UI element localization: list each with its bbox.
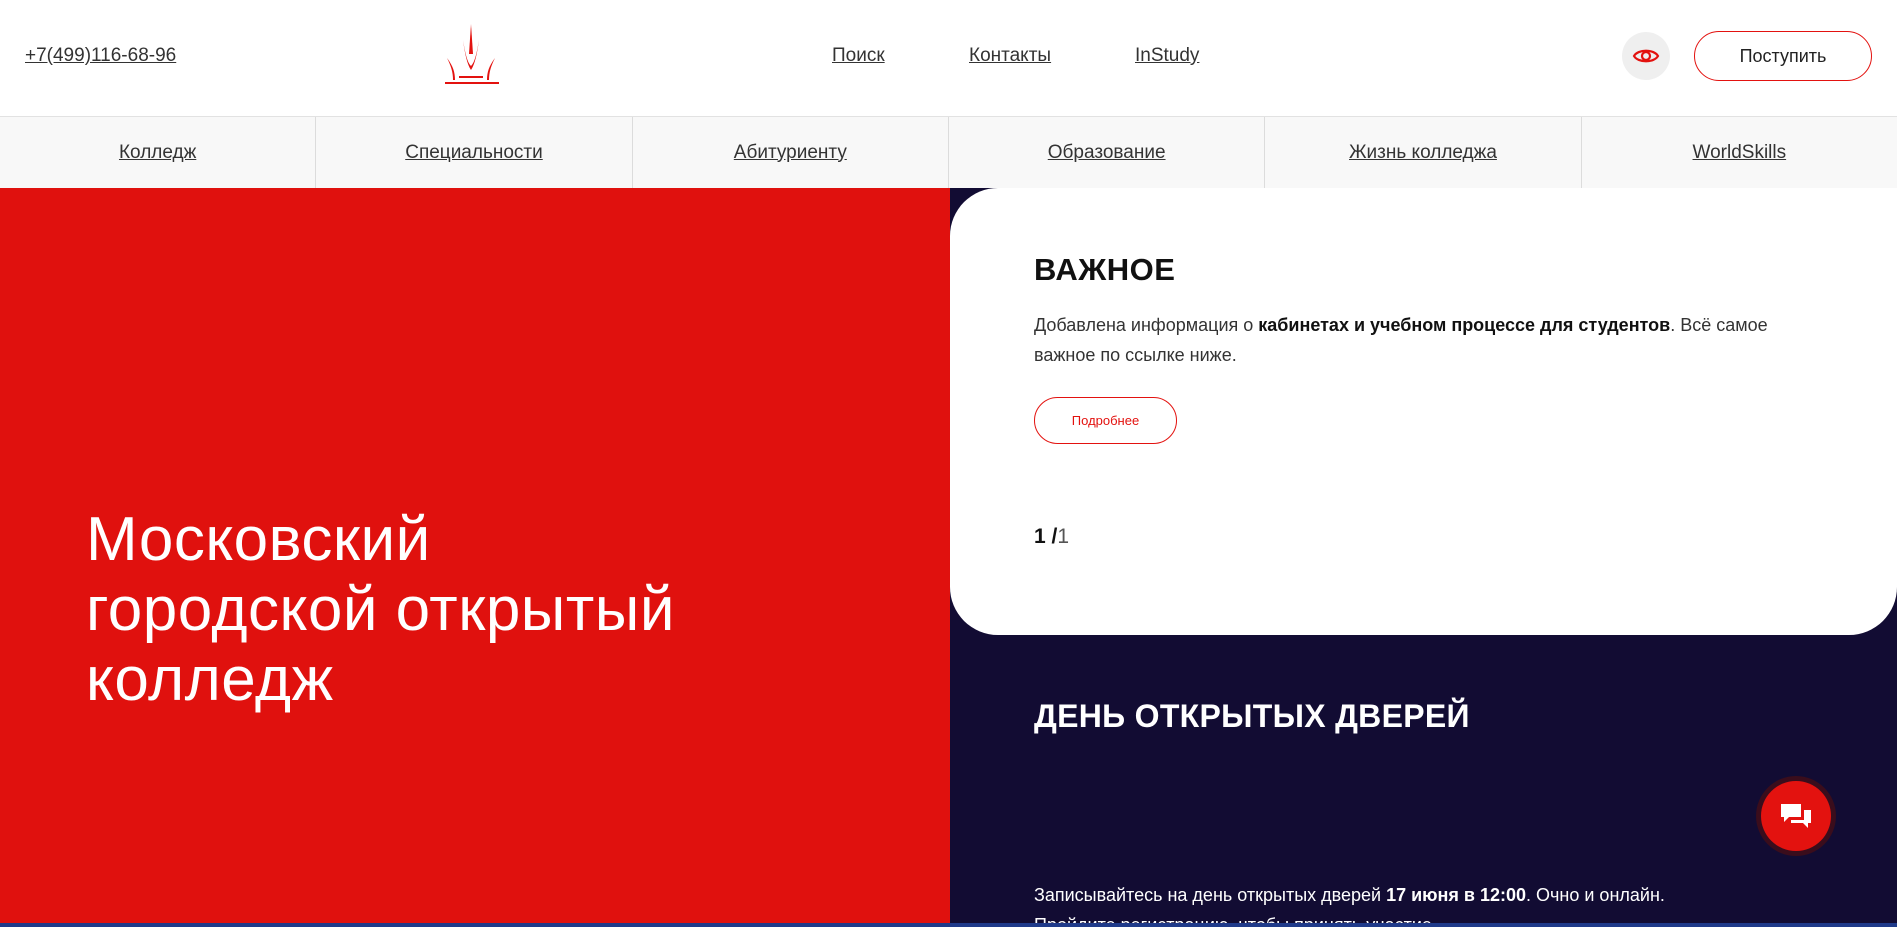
important-title: ВАЖНОЕ [1034,252,1176,287]
main-nav-worldskills[interactable]: WorldSkills [1582,117,1897,188]
hero-title-line: Московский [86,505,431,574]
open-day-text-part: Записывайтесь на день открытых дверей [1034,885,1387,905]
hero-title-line: колледж [86,645,334,714]
important-text-part: Добавлена информация о [1034,315,1259,335]
important-text-bold: кабинетах и учебном процессе для студент… [1258,315,1671,335]
pager-current: 1 / [1034,525,1058,548]
accessibility-eye-button[interactable] [1622,32,1670,80]
apply-button[interactable]: Поступить [1694,31,1872,81]
open-day-text: Записывайтесь на день открытых дверей 17… [1034,880,1834,910]
slider-pager: 1 /1 [1034,525,1069,549]
pager-total: 1 [1057,525,1070,548]
college-logo-icon[interactable] [441,22,501,88]
nav-instudy-link[interactable]: InStudy [1135,45,1199,67]
open-day-text-part: . Очно и онлайн. [1526,885,1665,905]
important-text: Добавлена информация о кабинетах и учебн… [1034,310,1824,370]
open-day-text-bold: 17 июня в 12:00 [1386,885,1527,905]
main-nav-specialties[interactable]: Специальности [316,117,633,188]
main-nav-education[interactable]: Образование [949,117,1266,188]
main-nav-college[interactable]: Колледж [0,117,317,188]
nav-search-link[interactable]: Поиск [832,45,885,67]
eye-icon [1632,49,1660,63]
bottom-edge-bar [0,923,1897,927]
open-day-title: ДЕНЬ ОТКРЫТЫХ ДВЕРЕЙ [1034,698,1470,734]
phone-link[interactable]: +7(499)116-68-96 [25,45,176,67]
main-nav-college-life[interactable]: Жизнь колледжа [1265,117,1582,188]
hero-title-line: городской открытый [86,575,675,644]
nav-contacts-link[interactable]: Контакты [969,45,1051,67]
site-header: +7(499)116-68-96 Поиск Контакты InStudy … [0,0,1897,116]
hero-title: Московский городской открытый колледж [86,505,846,715]
more-button[interactable]: Подробнее [1034,397,1177,444]
main-nav-applicants[interactable]: Абитуриенту [633,117,949,188]
chat-icon [1781,804,1811,828]
chat-button-inner [1761,781,1831,851]
main-navigation: Колледж Специальности Абитуриенту Образо… [0,116,1897,188]
chat-button[interactable] [1756,776,1836,856]
